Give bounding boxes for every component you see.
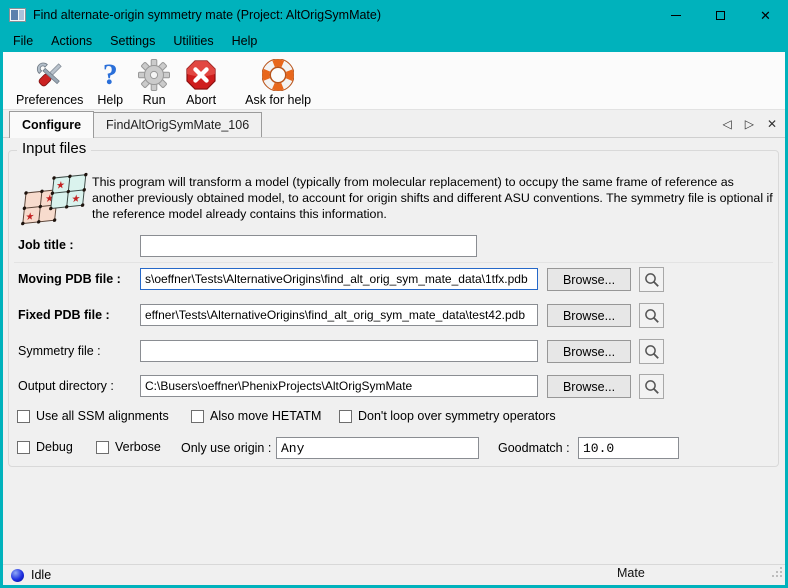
app-window: Find alternate-origin symmetry mate (Pro… (0, 0, 788, 588)
toolbar-label: Ask for help (245, 93, 311, 107)
checkbox-icon (17, 441, 30, 454)
checkbox-label: Don't loop over symmetry operators (358, 409, 556, 423)
window-title: Find alternate-origin symmetry mate (Pro… (33, 8, 381, 22)
magnifier-icon (644, 272, 660, 288)
checkbox-icon (191, 410, 204, 423)
status-idle-icon (11, 569, 24, 582)
resize-grip[interactable] (772, 565, 783, 583)
toolbar-ask-for-help-button[interactable]: Ask for help (238, 52, 318, 109)
menu-file[interactable]: File (4, 32, 42, 50)
tab-scroll-left-icon[interactable]: ◁ (722, 117, 731, 131)
fixed-pdb-browse-button[interactable]: Browse... (547, 304, 631, 327)
section-title: Input files (17, 140, 91, 157)
output-directory-browse-button[interactable]: Browse... (547, 375, 631, 398)
moving-pdb-input[interactable] (140, 268, 538, 290)
use-all-ssm-alignments-checkbox[interactable]: Use all SSM alignments (17, 409, 169, 423)
minimize-button[interactable] (653, 0, 698, 30)
only-use-origin-input[interactable] (276, 437, 479, 459)
toolbar-label: Help (97, 93, 123, 107)
tools-icon (33, 57, 67, 93)
toolbar-label: Abort (186, 93, 216, 107)
maximize-icon (716, 11, 725, 20)
moving-pdb-view-button[interactable] (639, 267, 664, 292)
stop-icon (185, 57, 217, 93)
job-title-input[interactable] (140, 235, 477, 257)
close-button[interactable]: ✕ (743, 0, 788, 30)
output-directory-view-button[interactable] (639, 374, 664, 399)
debug-checkbox[interactable]: Debug (17, 440, 73, 454)
dont-loop-symmetry-operators-checkbox[interactable]: Don't loop over symmetry operators (339, 409, 556, 423)
fixed-pdb-input[interactable] (140, 304, 538, 326)
output-directory-input[interactable] (140, 375, 538, 397)
minimize-icon (671, 15, 681, 16)
gear-icon (137, 57, 171, 93)
magnifier-icon (644, 344, 660, 360)
menu-settings[interactable]: Settings (101, 32, 164, 50)
title-bar: Find alternate-origin symmetry mate (Pro… (0, 0, 788, 30)
symmetry-file-input[interactable] (140, 340, 538, 362)
maximize-button[interactable] (698, 0, 743, 30)
checkbox-icon (17, 410, 30, 423)
question-icon: ? (103, 57, 118, 93)
menu-bar: File Actions Settings Utilities Help (0, 30, 788, 52)
moving-pdb-browse-button[interactable]: Browse... (547, 268, 631, 291)
toolbar: Preferences ? Help (3, 52, 785, 110)
toolbar-label: Run (143, 93, 166, 107)
status-bar: Idle Mate (3, 564, 785, 585)
goodmatch-label: Goodmatch : (498, 441, 570, 455)
menu-help[interactable]: Help (223, 32, 267, 50)
symmetry-file-browse-button[interactable]: Browse... (547, 340, 631, 363)
only-use-origin-label: Only use origin : (181, 441, 271, 455)
divider (14, 262, 773, 263)
toolbar-label: Preferences (16, 93, 83, 107)
lattice-symmetry-icon: ★ ★ ★ (16, 170, 92, 233)
output-directory-label: Output directory : (18, 379, 114, 393)
tab-findaltorigsymmate-106[interactable]: FindAltOrigSymMate_106 (94, 112, 262, 137)
window-body: Preferences ? Help (3, 52, 785, 585)
toolbar-abort-button[interactable]: Abort (178, 52, 224, 109)
checkbox-label: Use all SSM alignments (36, 409, 169, 423)
tab-bar: Configure FindAltOrigSymMate_106 ◁ ▷ ✕ (3, 110, 785, 138)
checkbox-label: Verbose (115, 440, 161, 454)
app-window-icon (9, 8, 26, 22)
toolbar-help-button[interactable]: ? Help (90, 52, 130, 109)
checkbox-icon (96, 441, 109, 454)
svg-text:★: ★ (25, 211, 35, 223)
symmetry-file-view-button[interactable] (639, 339, 664, 364)
verbose-checkbox[interactable]: Verbose (96, 440, 161, 454)
magnifier-icon (644, 308, 660, 324)
svg-text:★: ★ (55, 180, 65, 192)
lifebuoy-icon (262, 57, 294, 93)
fixed-pdb-view-button[interactable] (639, 303, 664, 328)
job-title-label: Job title : (18, 238, 74, 252)
toolbar-run-button[interactable]: Run (130, 52, 178, 109)
tab-scroll-right-icon[interactable]: ▷ (745, 117, 754, 131)
tab-configure[interactable]: Configure (9, 111, 94, 138)
moving-pdb-label: Moving PDB file : (18, 272, 121, 286)
checkbox-label: Also move HETATM (210, 409, 321, 423)
checkbox-label: Debug (36, 440, 73, 454)
svg-text:★: ★ (71, 193, 81, 205)
also-move-hetatm-checkbox[interactable]: Also move HETATM (191, 409, 321, 423)
menu-utilities[interactable]: Utilities (164, 32, 222, 50)
symmetry-file-label: Symmetry file : (18, 344, 101, 358)
status-text: Idle (31, 568, 51, 582)
checkbox-icon (339, 410, 352, 423)
program-description: This program will transform a model (typ… (92, 175, 778, 222)
input-files-groupbox: Input files ★ (8, 150, 779, 467)
status-clipped-text: Mate (617, 566, 645, 580)
goodmatch-input[interactable] (578, 437, 679, 459)
menu-actions[interactable]: Actions (42, 32, 101, 50)
tab-close-icon[interactable]: ✕ (767, 117, 777, 131)
toolbar-preferences-button[interactable]: Preferences (9, 52, 90, 109)
fixed-pdb-label: Fixed PDB file : (18, 308, 110, 322)
configure-panel: Input files ★ (3, 138, 785, 564)
magnifier-icon (644, 379, 660, 395)
